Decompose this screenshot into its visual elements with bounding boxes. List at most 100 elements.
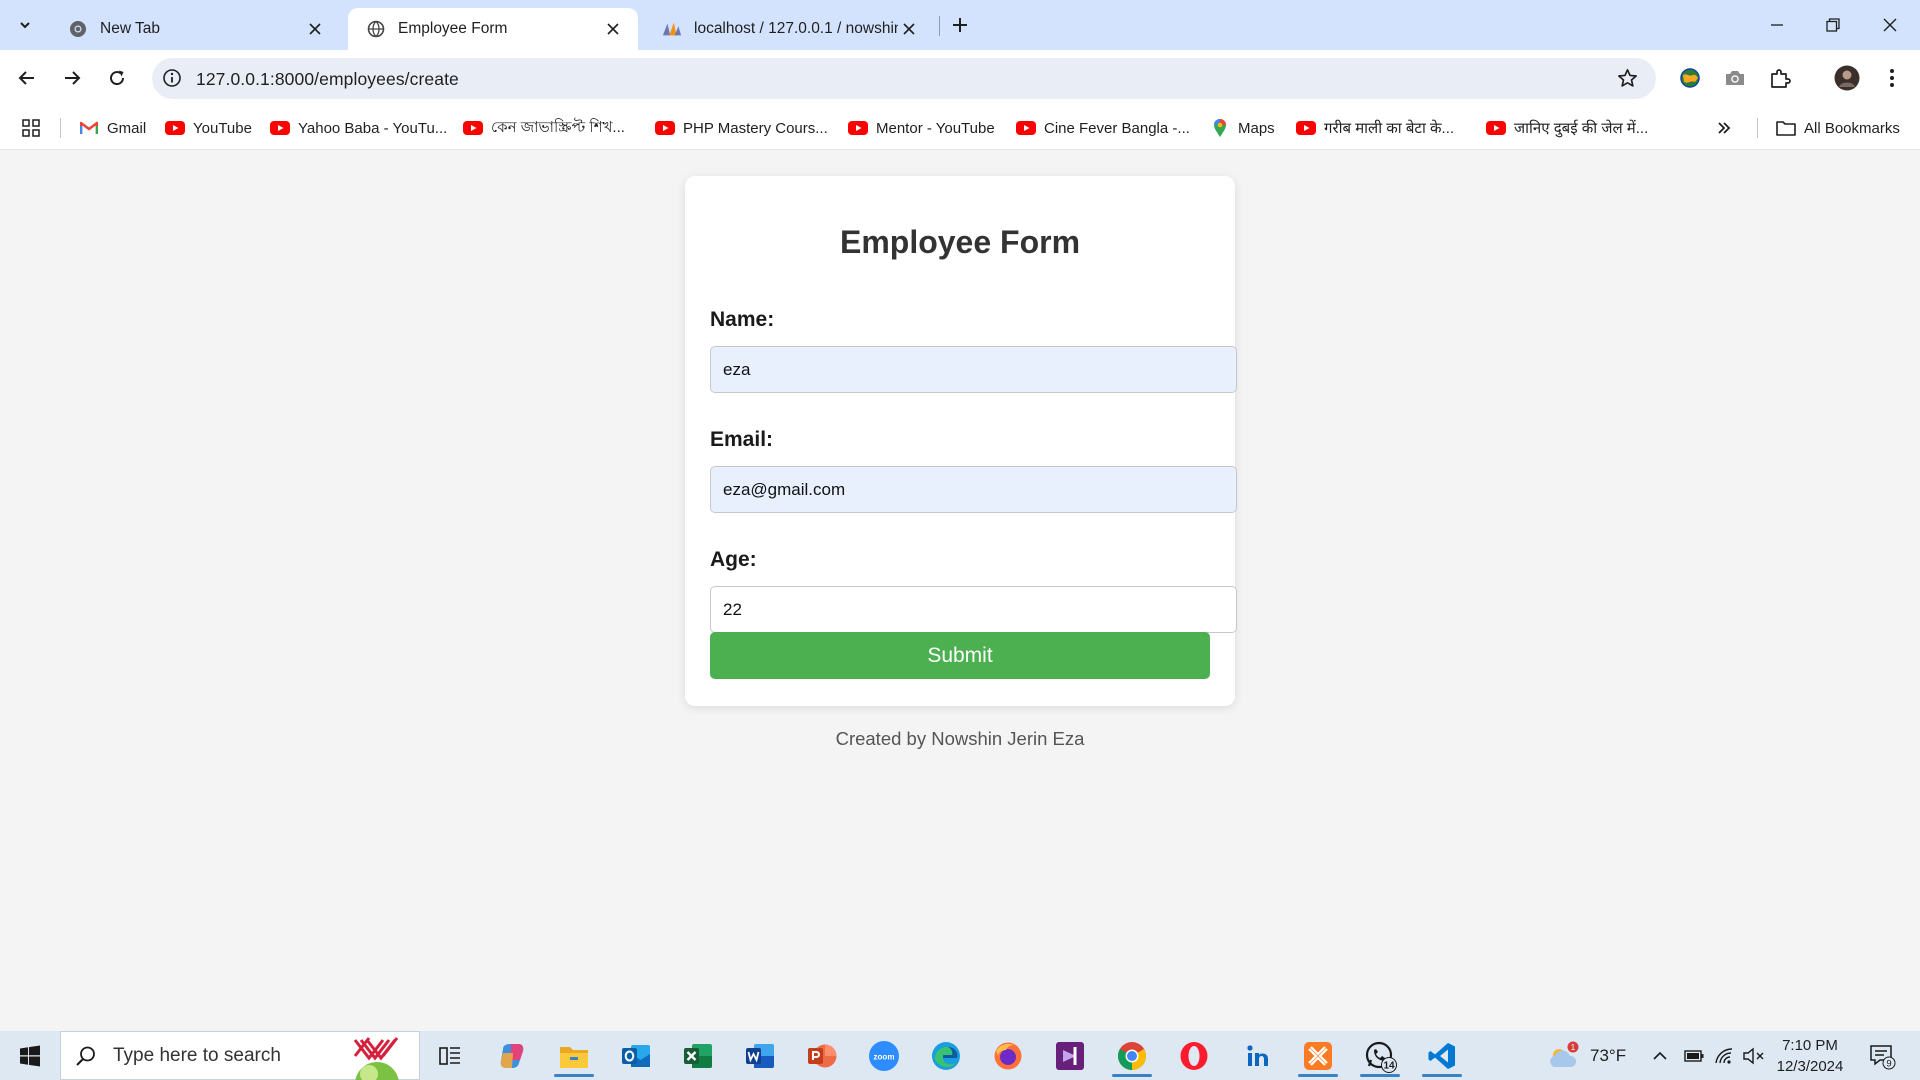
bookmarks-bar: Gmail YouTube Yahoo Baba - YouTu... কেন …	[0, 106, 1920, 150]
all-bookmarks-button[interactable]: All Bookmarks	[1776, 116, 1900, 140]
bookmark-gmail[interactable]: Gmail	[79, 116, 146, 140]
screenshot-button[interactable]	[1717, 60, 1753, 96]
arrow-right-icon	[63, 69, 81, 87]
close-icon	[1882, 17, 1898, 33]
opera-icon	[1179, 1041, 1209, 1071]
clock[interactable]: 7:10 PM 12/3/2024	[1774, 1031, 1846, 1080]
address-bar[interactable]: 127.0.0.1:8000/employees/create	[152, 58, 1656, 99]
name-input[interactable]	[710, 346, 1237, 393]
whatsapp-icon: 14	[1363, 1039, 1397, 1073]
task-view-button[interactable]	[424, 1035, 476, 1077]
taskbar-opera[interactable]	[1168, 1035, 1220, 1077]
firefox-icon	[993, 1041, 1023, 1071]
bookmark-yahoo-baba[interactable]: Yahoo Baba - YouTu...	[270, 116, 447, 140]
browser-toolbar: 127.0.0.1:8000/employees/create	[0, 50, 1920, 106]
age-label: Age:	[710, 548, 757, 571]
tab-divider	[939, 16, 940, 36]
more-vertical-icon	[1889, 68, 1895, 88]
email-input[interactable]	[710, 466, 1237, 513]
bookmark-mentor[interactable]: Mentor - YouTube	[848, 116, 995, 140]
site-info-icon[interactable]	[162, 68, 182, 88]
avatar	[1834, 65, 1860, 91]
submit-button[interactable]: Submit	[710, 632, 1210, 679]
search-highlight-icon	[339, 1034, 415, 1080]
bookmark-maps[interactable]: Maps	[1210, 116, 1275, 140]
close-icon[interactable]	[304, 18, 326, 40]
battery-status[interactable]	[1684, 1031, 1704, 1080]
show-hidden-icons-button[interactable]	[1652, 1031, 1668, 1080]
temperature-text: 73°F	[1590, 1045, 1627, 1065]
taskbar-copilot[interactable]	[486, 1035, 538, 1077]
linkedin-icon	[1242, 1042, 1270, 1070]
close-icon[interactable]	[602, 18, 624, 40]
taskbar-word[interactable]	[734, 1035, 786, 1077]
taskbar-firefox[interactable]	[982, 1035, 1034, 1077]
start-button[interactable]	[4, 1035, 56, 1077]
close-icon[interactable]	[898, 18, 920, 40]
extension-button[interactable]	[1672, 60, 1708, 96]
url-text[interactable]: 127.0.0.1:8000/employees/create	[196, 69, 459, 90]
svg-text:14: 14	[1383, 1061, 1395, 1072]
taskbar-edge[interactable]	[920, 1035, 972, 1077]
bookmark-php-mastery[interactable]: PHP Mastery Cours...	[655, 116, 828, 140]
clock-date: 12/3/2024	[1776, 1057, 1844, 1075]
youtube-icon	[1296, 118, 1316, 138]
bookmark-label: Cine Fever Bangla -...	[1044, 119, 1190, 137]
taskbar-linkedin[interactable]	[1230, 1035, 1282, 1077]
taskbar-powerpoint[interactable]	[796, 1035, 848, 1077]
speaker-muted-icon	[1743, 1047, 1765, 1065]
taskbar-chrome[interactable]	[1106, 1035, 1158, 1077]
edge-icon	[931, 1041, 961, 1071]
close-window-button[interactable]	[1872, 7, 1908, 43]
notification-center-button[interactable]: 9	[1868, 1031, 1896, 1080]
bookmark-cine-fever[interactable]: Cine Fever Bangla -...	[1016, 116, 1190, 140]
bookmark-star-icon[interactable]	[1617, 68, 1638, 89]
taskbar-xampp[interactable]	[1292, 1035, 1344, 1077]
more-bookmarks-button[interactable]	[1717, 116, 1731, 140]
tab-search-button[interactable]	[7, 7, 43, 43]
profile-button[interactable]	[1829, 60, 1865, 96]
taskbar-zoom[interactable]: zoom	[858, 1035, 910, 1077]
taskbar-whatsapp[interactable]: 14	[1354, 1035, 1406, 1077]
reload-button[interactable]	[99, 60, 135, 96]
phpmyadmin-icon	[662, 19, 682, 39]
extensions-menu-button[interactable]	[1762, 60, 1798, 96]
new-tab-button[interactable]	[942, 7, 978, 43]
bookmark-hindi-video-2[interactable]: जानिए दुबई की जेल में...	[1486, 116, 1648, 140]
chrome-menu-button[interactable]	[1874, 60, 1910, 96]
taskbar-vscode[interactable]	[1416, 1035, 1468, 1077]
taskbar-file-explorer[interactable]	[548, 1035, 600, 1077]
age-input[interactable]	[710, 586, 1237, 633]
forward-button[interactable]	[54, 60, 90, 96]
bookmarks-divider	[1757, 118, 1758, 138]
weather-widget[interactable]: 1 73°F	[1546, 1031, 1626, 1080]
search-icon	[75, 1045, 97, 1067]
minimize-button[interactable]	[1759, 7, 1795, 43]
taskbar-search-box[interactable]: Type here to search	[60, 1031, 420, 1080]
taskbar-outlook[interactable]	[610, 1035, 662, 1077]
gmail-icon	[79, 118, 99, 138]
visual-studio-icon	[1055, 1041, 1085, 1071]
bookmark-label: जानिए दुबई की जेल में...	[1514, 120, 1649, 137]
back-button[interactable]	[9, 60, 45, 96]
tab-employee-form[interactable]: Employee Form	[348, 8, 638, 50]
restore-button[interactable]	[1815, 7, 1851, 43]
tab-new-tab[interactable]: New Tab	[50, 8, 340, 50]
volume-control[interactable]	[1743, 1031, 1765, 1080]
tab-phpmyadmin[interactable]: localhost / 127.0.0.1 / nowshin_	[644, 8, 934, 50]
taskbar-excel[interactable]	[672, 1035, 724, 1077]
apps-button[interactable]	[22, 116, 40, 140]
svg-text:9: 9	[1886, 1058, 1891, 1069]
network-status[interactable]	[1714, 1031, 1734, 1080]
bookmark-javascript-bangla[interactable]: কেন জাভাস্ক্রিপ্ট শিখ...	[463, 116, 625, 140]
youtube-icon	[1016, 118, 1036, 138]
folder-icon	[1776, 118, 1796, 138]
youtube-icon	[848, 118, 868, 138]
taskbar-visual-studio[interactable]	[1044, 1035, 1096, 1077]
double-chevron-right-icon	[1717, 121, 1731, 135]
youtube-icon	[1486, 118, 1506, 138]
bookmark-youtube[interactable]: YouTube	[165, 116, 252, 140]
bookmark-hindi-video-1[interactable]: गरीब माली का बेटा के...	[1296, 116, 1454, 140]
apps-grid-icon	[22, 119, 40, 137]
copilot-icon	[497, 1041, 527, 1071]
